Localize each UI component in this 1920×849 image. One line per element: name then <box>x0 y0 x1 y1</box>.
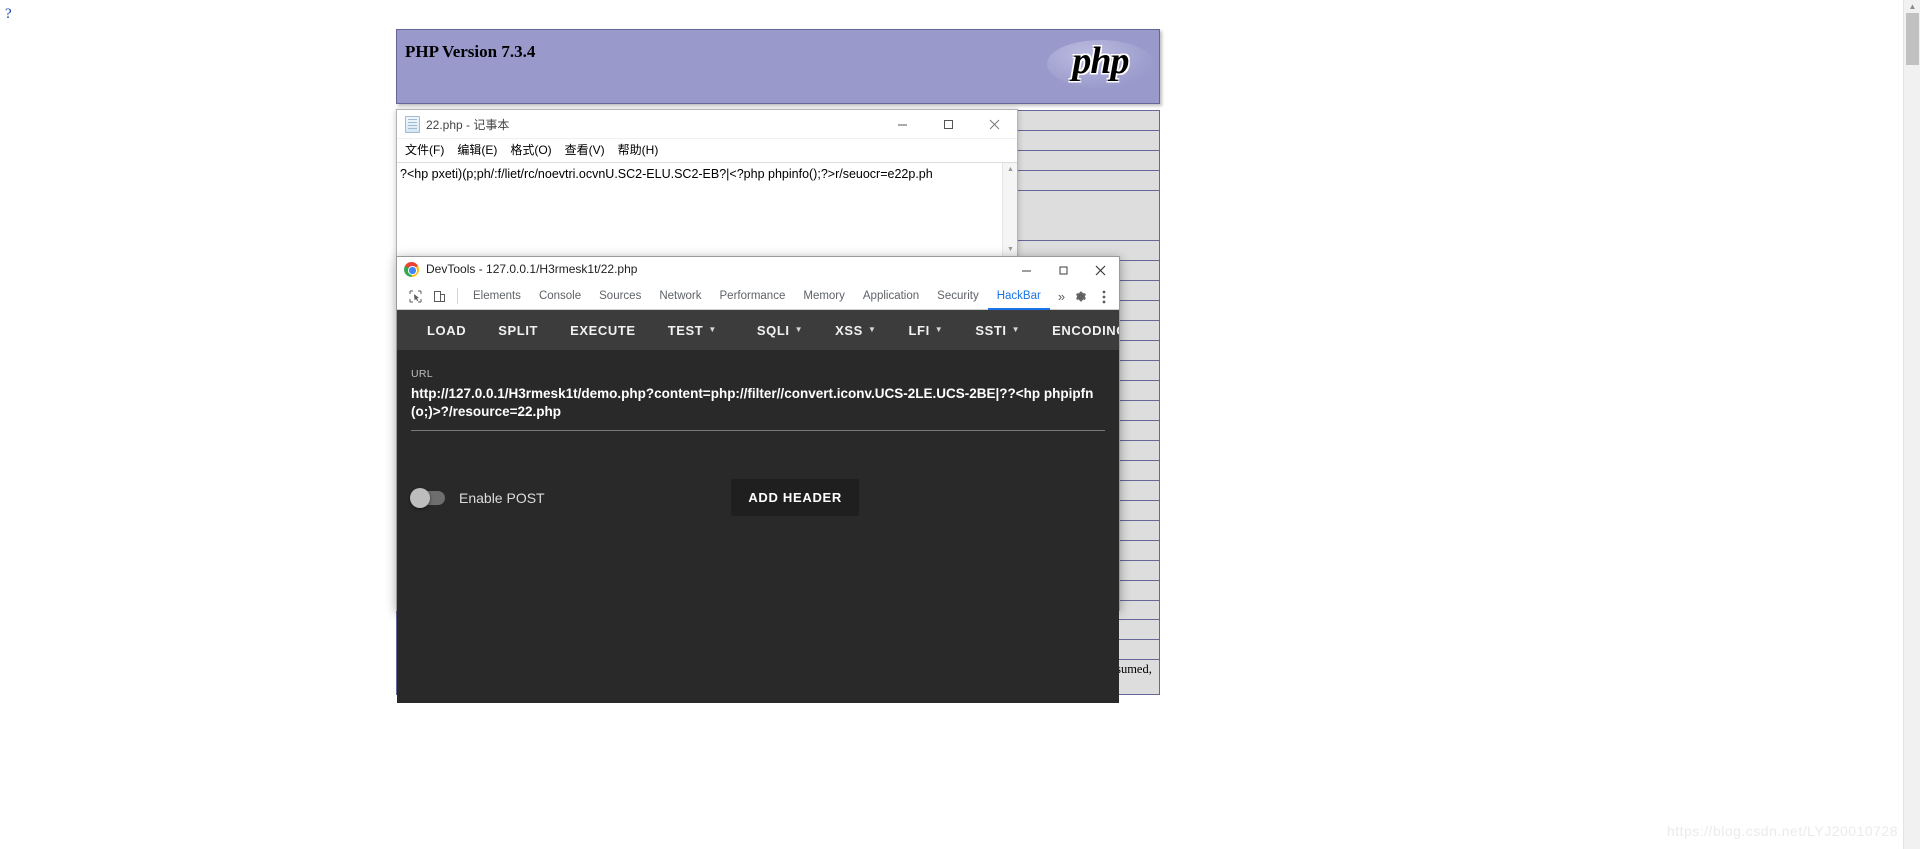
hackbar-sqli-menu[interactable]: SQLI ▼ <box>741 323 819 338</box>
menu-item-help[interactable]: 帮助(H) <box>618 141 659 158</box>
php-version-title: PHP Version 7.3.4 <box>405 42 536 61</box>
notepad-window[interactable]: 22.php - 记事本 文件(F) 编辑(E) 格式(O) 查看(V) 帮助(… <box>396 109 1018 257</box>
scroll-down-arrow-icon[interactable]: ▼ <box>1003 243 1018 256</box>
tab-network[interactable]: Network <box>650 283 710 310</box>
minimize-icon[interactable] <box>879 110 925 139</box>
hackbar-load-label: LOAD <box>427 322 467 338</box>
php-logo-icon: php <box>1047 34 1154 94</box>
hackbar-load-button[interactable]: LOAD <box>411 323 482 338</box>
hackbar-split-label: SPLIT <box>498 322 539 338</box>
tab-sources[interactable]: Sources <box>590 283 650 310</box>
menu-item-format[interactable]: 格式(O) <box>510 141 551 158</box>
watermark: https://blog.csdn.net/LYJ20010728 <box>1666 823 1898 839</box>
chevron-down-icon: ▼ <box>867 325 877 334</box>
maximize-icon[interactable] <box>925 110 971 139</box>
tab-performance[interactable]: Performance <box>711 283 795 310</box>
stray-glyph: ? <box>5 6 12 22</box>
hackbar-panel: URL http://127.0.0.1/H3rmesk1t/demo.php?… <box>397 350 1119 703</box>
hackbar-lfi-menu[interactable]: LFI ▼ <box>892 323 959 338</box>
notepad-icon <box>405 116 420 133</box>
hackbar-ssti-label: SSTI <box>975 322 1007 338</box>
screen: ? PHP Version 7.3.4 php " "--disable-zts… <box>0 0 1920 849</box>
enable-post-label: Enable POST <box>459 489 545 506</box>
tab-console[interactable]: Console <box>530 283 590 310</box>
hackbar-split-button[interactable]: SPLIT <box>482 323 554 338</box>
toggle-knob <box>410 487 430 508</box>
device-toolbar-icon[interactable] <box>427 284 451 308</box>
chevron-down-icon: ▼ <box>1011 325 1021 334</box>
devtools-window-controls <box>1008 257 1119 283</box>
notepad-window-controls <box>879 110 1017 139</box>
hackbar-lfi-label: LFI <box>908 322 930 338</box>
scroll-up-arrow-icon[interactable]: ▲ <box>1904 2 1920 12</box>
notepad-vertical-scrollbar[interactable]: ▲ ▼ <box>1002 163 1017 256</box>
hackbar-xss-menu[interactable]: XSS ▼ <box>819 323 892 338</box>
url-input[interactable]: http://127.0.0.1/H3rmesk1t/demo.php?cont… <box>411 385 1105 431</box>
chrome-logo-icon <box>404 262 419 277</box>
menu-item-view[interactable]: 查看(V) <box>565 141 605 158</box>
scrollbar-thumb[interactable] <box>1906 13 1919 65</box>
phpinfo-header-banner: PHP Version 7.3.4 php <box>396 29 1160 104</box>
minimize-icon[interactable] <box>1008 257 1045 283</box>
inspect-element-icon[interactable] <box>403 284 427 308</box>
chevron-down-icon: ▼ <box>934 325 944 334</box>
hackbar-execute-button[interactable]: EXECUTE <box>554 323 652 338</box>
hackbar-test-label: TEST <box>667 322 704 338</box>
more-options-icon[interactable] <box>1093 283 1115 310</box>
hackbar-ssti-menu[interactable]: SSTI ▼ <box>959 323 1036 338</box>
menu-item-file[interactable]: 文件(F) <box>405 141 444 158</box>
toolbar-divider <box>457 288 458 304</box>
close-icon[interactable] <box>971 110 1017 139</box>
tab-hackbar[interactable]: HackBar <box>988 283 1050 310</box>
hackbar-toolbar[interactable]: LOAD SPLIT EXECUTE TEST ▼ SQLI ▼ XSS ▼ L… <box>397 310 1119 350</box>
devtools-toolbar-right <box>1069 283 1115 310</box>
hackbar-encoding-menu[interactable]: ENCODING ▼ <box>1036 323 1119 338</box>
devtools-title-bar[interactable]: DevTools - 127.0.0.1/H3rmesk1t/22.php <box>397 257 1119 283</box>
tab-elements[interactable]: Elements <box>464 283 530 310</box>
hackbar-xss-label: XSS <box>835 322 863 338</box>
tab-security[interactable]: Security <box>928 283 988 310</box>
close-icon[interactable] <box>1082 257 1119 283</box>
hackbar-test-menu[interactable]: TEST ▼ <box>652 323 733 338</box>
enable-post-toggle[interactable] <box>410 487 445 508</box>
add-header-button[interactable]: ADD HEADER <box>731 479 859 516</box>
url-field-label: URL <box>411 368 433 380</box>
notepad-title-text: 22.php - 记事本 <box>426 118 510 132</box>
chevron-down-icon: ▼ <box>794 325 804 334</box>
hackbar-execute-label: EXECUTE <box>570 322 636 338</box>
tab-memory[interactable]: Memory <box>794 283 854 310</box>
hackbar-controls-row: Enable POST ADD HEADER <box>410 479 1105 516</box>
php-logo-text: php <box>1072 40 1129 82</box>
notepad-menu-bar[interactable]: 文件(F) 编辑(E) 格式(O) 查看(V) 帮助(H) <box>397 139 1017 161</box>
tab-application[interactable]: Application <box>854 283 928 310</box>
notepad-title-bar[interactable]: 22.php - 记事本 <box>397 110 1017 139</box>
scroll-up-arrow-icon[interactable]: ▲ <box>1003 163 1018 176</box>
hackbar-sqli-label: SQLI <box>756 322 790 338</box>
gear-icon[interactable] <box>1069 283 1091 310</box>
devtools-title-text: DevTools - 127.0.0.1/H3rmesk1t/22.php <box>426 262 638 276</box>
notepad-text-area[interactable]: ?<hp pxeti)(p;ph/:f/liet/rc/noevtri.ocvn… <box>397 162 1017 256</box>
devtools-window[interactable]: DevTools - 127.0.0.1/H3rmesk1t/22.php El… <box>396 256 1120 703</box>
hackbar-encoding-label: ENCODING <box>1052 322 1119 338</box>
notepad-text-content[interactable]: ?<hp pxeti)(p;ph/:f/liet/rc/noevtri.ocvn… <box>400 166 1001 182</box>
page-scrollbar[interactable]: ▲ <box>1903 0 1920 849</box>
maximize-icon[interactable] <box>1045 257 1082 283</box>
chevron-down-icon: ▼ <box>708 325 717 334</box>
menu-item-edit[interactable]: 编辑(E) <box>457 141 497 158</box>
devtools-tab-bar[interactable]: Elements Console Sources Network Perform… <box>397 283 1119 310</box>
